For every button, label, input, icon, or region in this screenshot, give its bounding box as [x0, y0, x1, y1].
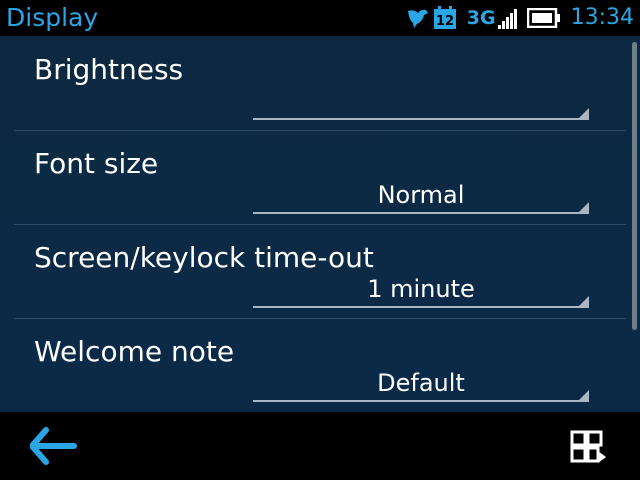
welcome-note-selector[interactable]: Default [253, 366, 589, 404]
dropdown-corner-icon [577, 390, 589, 402]
setting-value: Default [377, 369, 465, 397]
dropdown-corner-icon [577, 202, 589, 214]
settings-list: Brightness Font size Normal Screen/keylo… [0, 36, 640, 412]
calendar-day: 12 [436, 14, 454, 29]
setting-screen-keylock-timeout[interactable]: Screen/keylock time-out 1 minute [14, 224, 626, 319]
setting-value: 1 minute [367, 275, 475, 303]
setting-font-size[interactable]: Font size Normal [14, 130, 626, 225]
scrollbar[interactable] [632, 42, 637, 330]
setting-welcome-note[interactable]: Welcome note Default [14, 318, 626, 412]
field-underline [253, 118, 589, 120]
display-settings-screen: Display 12 3G 13:34 Brightness Font size… [0, 0, 640, 480]
page-title: Display [6, 3, 99, 32]
brightness-selector[interactable] [253, 84, 589, 122]
setting-value: Normal [377, 181, 465, 209]
calendar-icon: 12 [433, 6, 457, 30]
signal-strength-icon [497, 7, 519, 29]
timeout-selector[interactable]: 1 minute [253, 272, 589, 310]
status-icons: 12 3G 13:34 [406, 2, 634, 34]
options-menu-icon [564, 424, 612, 472]
back-arrow-icon [30, 424, 90, 468]
dropdown-corner-icon [577, 108, 589, 120]
dropdown-corner-icon [577, 296, 589, 308]
network-type: 3G [466, 7, 496, 29]
status-bar: Display 12 3G 13:34 [0, 0, 640, 36]
font-size-selector[interactable]: Normal [253, 178, 589, 216]
field-underline [253, 212, 589, 214]
setting-label: Welcome note [34, 335, 235, 368]
setting-label: Brightness [34, 53, 184, 86]
clock: 13:34 [570, 5, 634, 30]
setting-brightness[interactable]: Brightness [14, 36, 626, 131]
bottom-toolbar [0, 412, 640, 480]
setting-label: Font size [34, 147, 159, 180]
field-underline [253, 400, 589, 402]
notification-bird-icon [406, 7, 430, 29]
battery-icon [526, 8, 561, 28]
back-button[interactable] [30, 424, 90, 468]
options-menu-button[interactable] [564, 424, 612, 472]
field-underline [253, 306, 589, 308]
